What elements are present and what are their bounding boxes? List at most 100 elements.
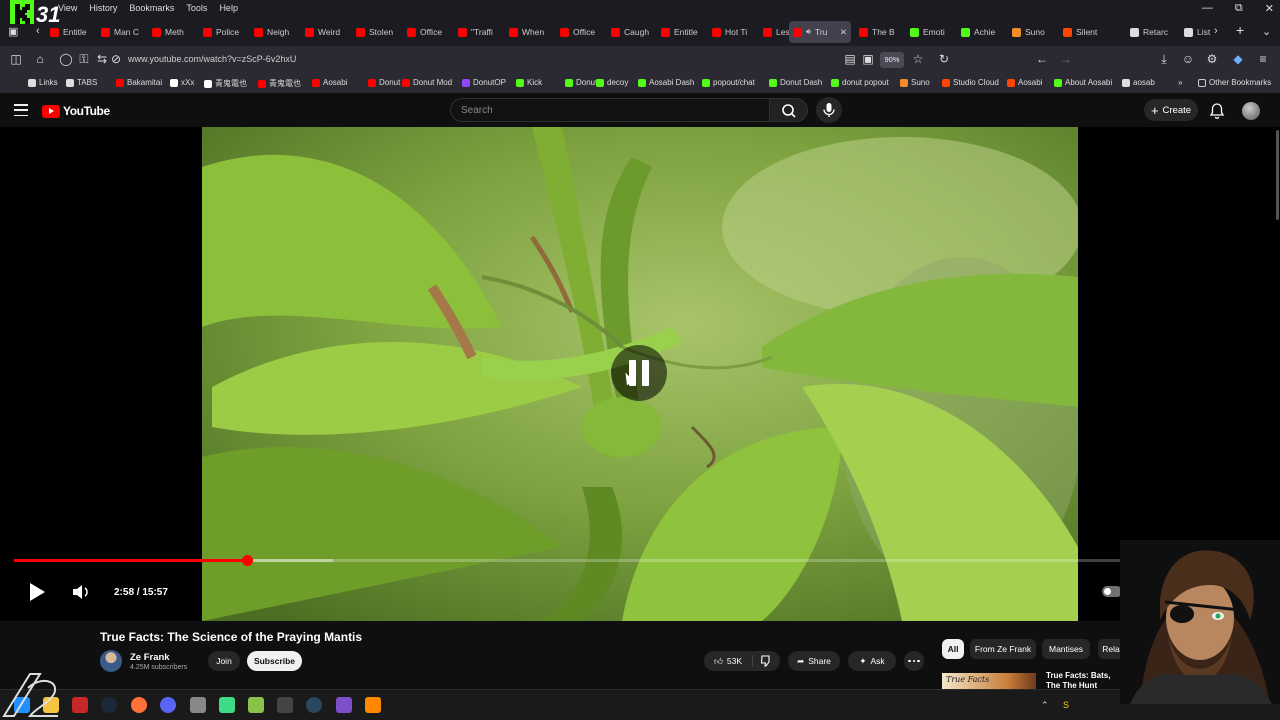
play-button[interactable] bbox=[28, 582, 46, 602]
pause-indicator[interactable] bbox=[611, 345, 667, 401]
bookmark-item[interactable]: TABS bbox=[66, 78, 97, 87]
scroll-tabs-right-icon[interactable]: › bbox=[1214, 25, 1218, 37]
tab[interactable]: Suno bbox=[1008, 21, 1059, 43]
share-button[interactable]: ➦ Share bbox=[788, 651, 840, 671]
restore-icon[interactable]: ⧉ bbox=[1235, 2, 1243, 15]
bookmark-item[interactable]: About Aosabi bbox=[1054, 78, 1112, 87]
tab[interactable]: Caugh bbox=[607, 21, 658, 43]
filter-chip[interactable]: From Ze Frank bbox=[970, 639, 1036, 659]
steam-icon[interactable] bbox=[101, 697, 117, 713]
voice-search-button[interactable] bbox=[816, 97, 842, 123]
subscribe-button[interactable]: Subscribe bbox=[247, 651, 302, 671]
tab[interactable]: Silent bbox=[1059, 21, 1110, 43]
tray-app-icon[interactable]: S bbox=[1063, 700, 1069, 710]
bookmark-item[interactable]: Bakamitai bbox=[116, 78, 162, 87]
account-icon[interactable]: ☺ bbox=[1180, 52, 1196, 66]
bookmarks-overflow-icon[interactable]: » bbox=[1178, 78, 1182, 87]
tab[interactable]: Meth bbox=[148, 21, 199, 43]
other-bookmarks[interactable]: Other Bookmarks bbox=[1198, 78, 1271, 87]
shield-icon[interactable]: ◯ bbox=[58, 52, 74, 66]
firefox-icon[interactable] bbox=[131, 697, 147, 713]
guide-menu-icon[interactable] bbox=[14, 104, 28, 116]
close-window-icon[interactable]: ✕ bbox=[1265, 2, 1274, 15]
forward-icon[interactable]: → bbox=[1058, 52, 1074, 66]
bookmark-item[interactable]: Donut Mod bbox=[402, 78, 452, 87]
bookmark-item[interactable]: 青鬼電也 bbox=[204, 78, 247, 89]
tab[interactable]: Police bbox=[199, 21, 250, 43]
bookmark-item[interactable]: popout/chat bbox=[702, 78, 755, 87]
youtube-logo[interactable]: YouTube bbox=[42, 104, 110, 118]
bookmark-item[interactable]: 青鬼電也 bbox=[258, 78, 301, 89]
tab-list-icon[interactable]: ⌄ bbox=[1262, 25, 1271, 38]
home-icon[interactable]: ⌂ bbox=[32, 52, 48, 66]
filter-chip[interactable]: Mantises bbox=[1042, 639, 1090, 659]
zoom-level[interactable]: 90% bbox=[880, 52, 904, 68]
tray-overflow-icon[interactable]: ⌃ bbox=[1041, 700, 1049, 711]
back-icon[interactable]: ← bbox=[1034, 52, 1050, 66]
ask-button[interactable]: ✦ Ask bbox=[848, 651, 896, 671]
bookmark-item[interactable]: aosab bbox=[1122, 78, 1155, 87]
bookmark-item[interactable]: Aosabi bbox=[1007, 78, 1042, 87]
dislike-button[interactable] bbox=[756, 654, 776, 668]
filter-chip[interactable]: All bbox=[942, 639, 964, 659]
screenshot-icon[interactable]: ▣ bbox=[860, 52, 876, 66]
bookmark-item[interactable]: Donut bbox=[565, 78, 597, 87]
notes-app-icon[interactable] bbox=[248, 697, 264, 713]
tab[interactable]: Stolen bbox=[352, 21, 403, 43]
progress-scrubber[interactable] bbox=[241, 555, 253, 566]
join-button[interactable]: Join bbox=[208, 651, 240, 671]
menu-tools[interactable]: Tools bbox=[186, 3, 207, 13]
extension-badge-icon[interactable]: ◆ bbox=[1230, 52, 1246, 66]
game-app-icon[interactable] bbox=[190, 697, 206, 713]
tab[interactable]: The B bbox=[855, 21, 906, 43]
tab-close-icon[interactable]: ✕ bbox=[840, 27, 847, 38]
more-actions-button[interactable] bbox=[904, 651, 924, 671]
reload-icon[interactable]: ↻ bbox=[936, 52, 952, 66]
tab[interactable]: Achie bbox=[957, 21, 1008, 43]
bookmark-item[interactable]: decoy bbox=[596, 78, 628, 87]
menu-help[interactable]: Help bbox=[219, 3, 238, 13]
minimize-icon[interactable]: — bbox=[1202, 2, 1213, 15]
channel-name[interactable]: Ze Frank bbox=[130, 652, 170, 663]
bookmark-item[interactable]: DonutOP bbox=[462, 78, 506, 87]
bookmark-item[interactable]: Kick bbox=[516, 78, 542, 87]
bookmark-item[interactable]: xXx bbox=[170, 78, 194, 87]
bookmark-item[interactable]: Aosabi Dash bbox=[638, 78, 694, 87]
visual-studio-icon[interactable] bbox=[336, 697, 352, 713]
steam-2-icon[interactable] bbox=[306, 697, 322, 713]
bookmark-item[interactable]: Aosabi bbox=[312, 78, 347, 87]
bookmark-item[interactable]: donut popout bbox=[831, 78, 889, 87]
tab[interactable]: Emoti bbox=[906, 21, 957, 43]
bookmark-star-icon[interactable]: ☆ bbox=[910, 52, 926, 66]
tab[interactable]: Office bbox=[556, 21, 607, 43]
create-button[interactable]: + Create bbox=[1144, 99, 1198, 121]
account-avatar[interactable] bbox=[1242, 102, 1260, 120]
menu-bookmarks[interactable]: Bookmarks bbox=[129, 3, 174, 13]
new-tab-icon[interactable]: + bbox=[1236, 22, 1244, 38]
bookmark-item[interactable]: Links bbox=[28, 78, 58, 87]
no-tracking-icon[interactable]: ⊘ bbox=[108, 52, 124, 66]
search-button[interactable] bbox=[770, 98, 808, 122]
notifications-icon[interactable] bbox=[1209, 102, 1225, 120]
tab[interactable]: Retarc bbox=[1126, 21, 1177, 43]
tab[interactable]: Neigh bbox=[250, 21, 301, 43]
video-player[interactable]: 2:58 / 15:57 bbox=[0, 127, 1280, 621]
tab[interactable]: Weird bbox=[301, 21, 352, 43]
channel-avatar[interactable] bbox=[100, 650, 122, 672]
tab[interactable]: Hot Ti bbox=[708, 21, 759, 43]
search-input[interactable] bbox=[451, 99, 769, 121]
recommendation-thumbnail[interactable]: True Facts bbox=[942, 673, 1036, 689]
url-field[interactable]: www.youtube.com/watch?v=zScP-6v2hxU bbox=[128, 54, 296, 64]
autoplay-toggle[interactable] bbox=[1102, 586, 1122, 597]
reader-view-icon[interactable]: ▤ bbox=[842, 52, 858, 66]
app-menu-icon[interactable]: ≡ bbox=[1255, 52, 1271, 66]
bookmark-item[interactable]: Donut Dash bbox=[769, 78, 822, 87]
like-button[interactable]: 👍︎ 53K bbox=[704, 651, 752, 671]
page-scrollbar[interactable] bbox=[1276, 130, 1279, 220]
tool-app-icon[interactable] bbox=[277, 697, 293, 713]
tab[interactable]: Entitle bbox=[657, 21, 708, 43]
downloads-icon[interactable]: ⤓ bbox=[1156, 52, 1172, 67]
volume-button[interactable] bbox=[72, 583, 92, 601]
discord-icon[interactable] bbox=[160, 697, 176, 713]
bookmark-item[interactable]: Donut bbox=[368, 78, 400, 87]
